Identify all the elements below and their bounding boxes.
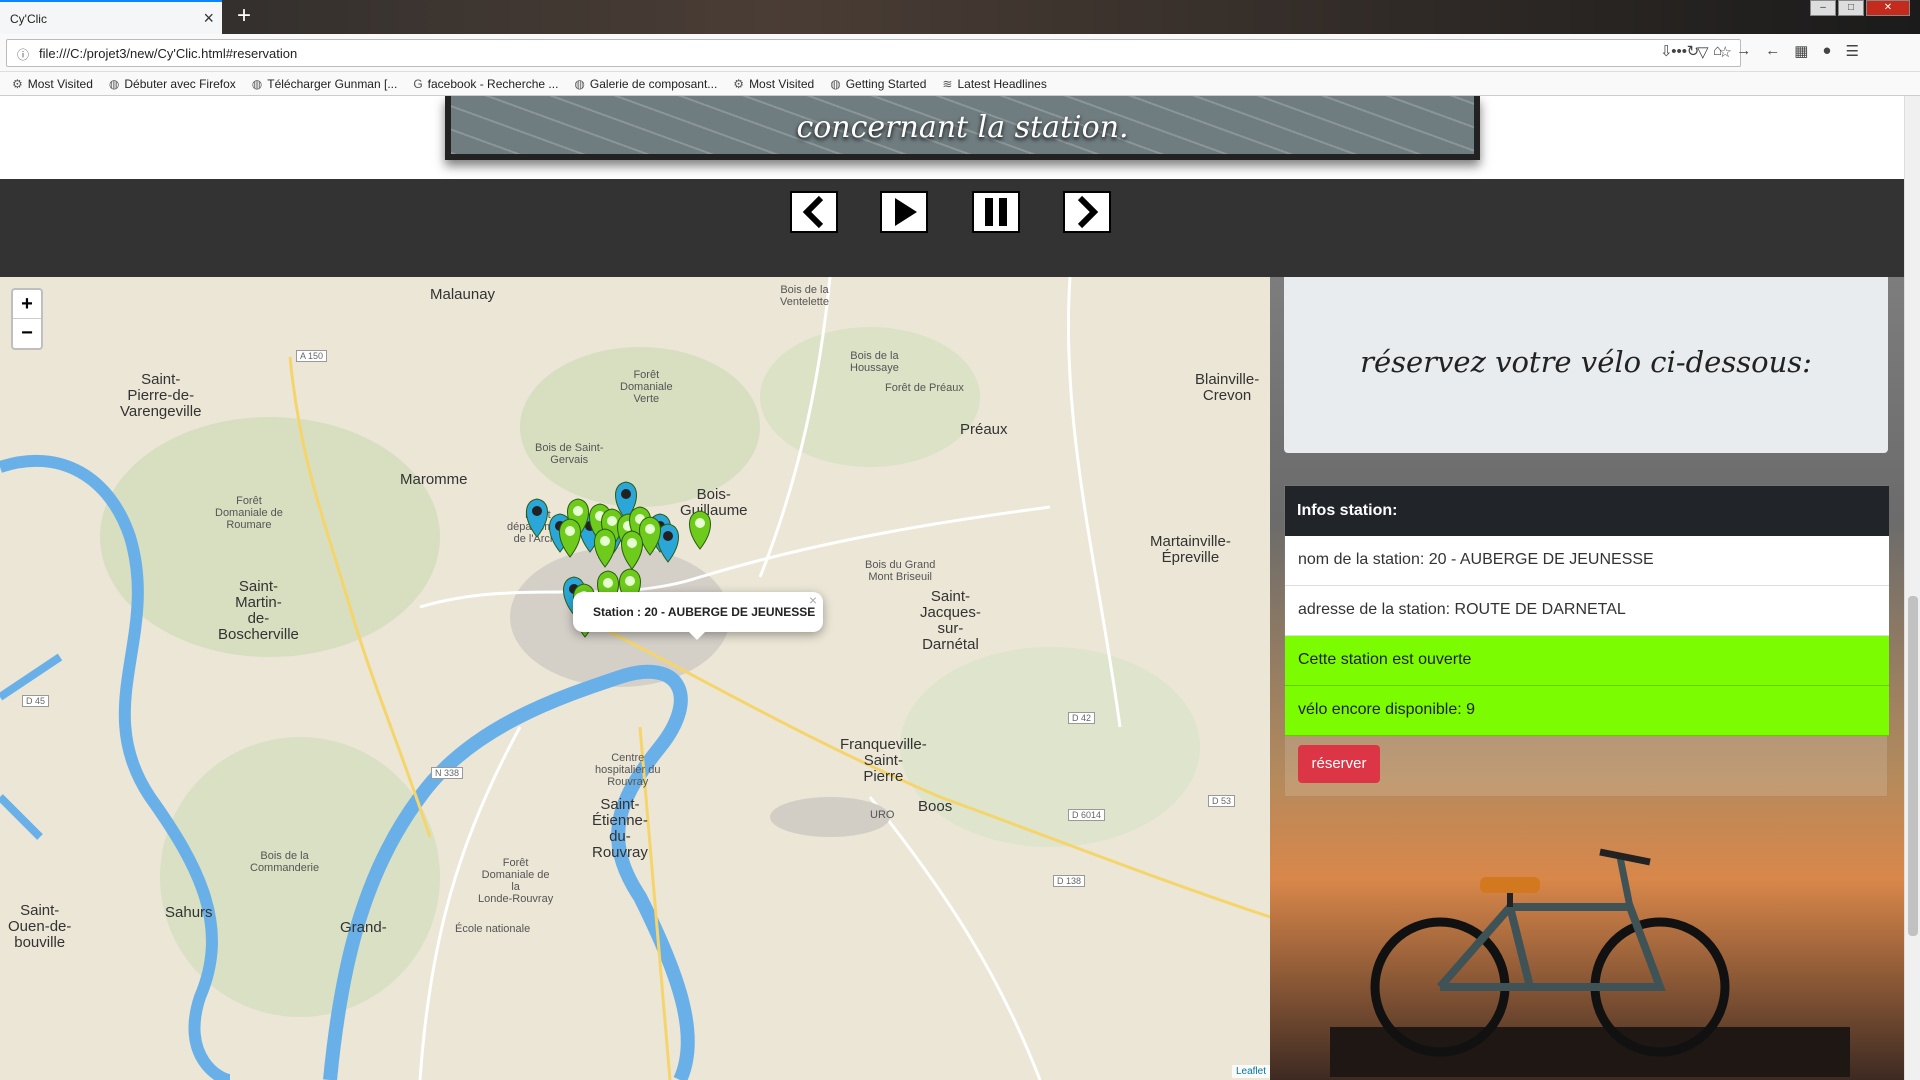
home-icon[interactable]: ⌂	[1713, 42, 1722, 60]
window-controls: – □ ✕	[1810, 0, 1910, 16]
bookmark-item[interactable]: ◍ Débuter avec Firefox	[109, 77, 236, 91]
back-icon[interactable]: ←	[1765, 42, 1780, 60]
station-popup: Station : 20 - AUBERGE DE JEUNESSE ×	[573, 592, 823, 640]
station-marker-blue[interactable]	[526, 498, 548, 538]
station-status: Cette station est ouverte	[1285, 636, 1889, 686]
bikes-available: vélo encore disponible: 9	[1285, 686, 1889, 736]
chevron-left-icon	[802, 195, 824, 229]
window-close-icon[interactable]: ✕	[1866, 0, 1910, 16]
reservation-heading: réservez votre vélo ci-dessous:	[1360, 345, 1812, 379]
slideshow-controls	[0, 179, 1904, 277]
reservation-heading-box: réservez votre vélo ci-dessous:	[1284, 277, 1888, 453]
pause-button[interactable]	[972, 191, 1020, 233]
station-marker-green[interactable]	[559, 518, 581, 558]
globe-icon: ◍	[574, 76, 585, 91]
globe-icon: ◍	[108, 76, 120, 91]
bookmark-label: Latest Headlines	[957, 76, 1047, 91]
bookmark-label: Débuter avec Firefox	[124, 76, 236, 91]
sync-icon[interactable]: ●	[1822, 42, 1831, 60]
reload-icon[interactable]: ↻	[1687, 42, 1700, 60]
browser-chrome: Cy'Clic × + – □ ✕ ⓘ file:///C:/projet3/n…	[0, 0, 1920, 96]
bicycle-image	[1330, 848, 1850, 1077]
station-address: adresse de la station: ROUTE DE DARNETAL	[1285, 586, 1889, 636]
tab-close-icon[interactable]: ×	[203, 8, 214, 29]
chevron-right-icon	[1077, 195, 1099, 229]
bookmark-item[interactable]: ⚙ Most Visited	[733, 77, 814, 91]
bookmark-label: Galerie de composant...	[589, 76, 718, 91]
menu-icon[interactable]: ☰	[1845, 42, 1858, 60]
bookmark-label: Télécharger Gunman [...	[267, 76, 398, 91]
title-bar: Cy'Clic × + – □ ✕	[0, 0, 1920, 34]
bookmark-item[interactable]: ◍ Getting Started	[830, 77, 926, 91]
bookmark-item[interactable]: ◍ Télécharger Gunman [...	[252, 77, 398, 91]
globe-icon: ◍	[251, 76, 263, 91]
station-map[interactable]: + − Malaunay Maromme Bois- Guillaume Préaux…	[0, 277, 1270, 1080]
station-marker-green[interactable]	[689, 510, 711, 550]
globe-icon: ◍	[830, 76, 841, 91]
station-marker-green[interactable]	[639, 516, 661, 556]
popup-text: Station : 20 - AUBERGE DE JEUNESSE	[593, 605, 816, 619]
bookmark-item[interactable]: ⚙ Most Visited	[12, 77, 93, 91]
forward-icon[interactable]: →	[1736, 42, 1751, 60]
station-marker-green[interactable]	[594, 528, 616, 568]
tab-title: Cy'Clic	[10, 12, 47, 26]
pause-icon	[985, 198, 1007, 226]
new-tab-icon[interactable]: +	[230, 2, 258, 32]
station-info-card: Infos station: nom de la station: 20 - A…	[1284, 485, 1889, 797]
station-marker-green[interactable]	[621, 530, 643, 570]
scrollbar-thumb[interactable]	[1908, 596, 1918, 936]
rss-icon: ≋	[942, 76, 953, 91]
info-icon[interactable]: ⓘ	[17, 46, 29, 63]
gear-icon: ⚙	[12, 76, 23, 91]
map-attribution[interactable]: Leaflet	[1231, 1065, 1270, 1078]
slideshow-frame: concernant la station.	[445, 96, 1480, 160]
bookmark-item[interactable]: Gfacebook - Recherche ...	[413, 77, 558, 91]
extension-icon[interactable]: ▦	[1794, 42, 1808, 60]
library-icon[interactable]: ⇩	[1660, 42, 1673, 60]
popup-tip	[687, 630, 707, 640]
maximize-icon[interactable]: □	[1838, 0, 1864, 16]
google-icon: G	[413, 76, 423, 91]
previous-button[interactable]	[790, 191, 838, 233]
station-name: nom de la station: 20 - AUBERGE DE JEUNE…	[1285, 536, 1889, 586]
slide-caption: concernant la station.	[796, 110, 1129, 145]
bookmark-label: facebook - Recherche ...	[427, 76, 559, 91]
play-button[interactable]	[880, 191, 928, 233]
reserve-button[interactable]: réserver	[1298, 745, 1380, 783]
next-button[interactable]	[1063, 191, 1111, 233]
url-bar[interactable]: ⓘ file:///C:/projet3/new/Cy'Clic.html#re…	[6, 39, 1741, 67]
bookmark-item[interactable]: ≋ Latest Headlines	[942, 77, 1046, 91]
bookmarks-bar: ⚙ Most Visited ◍ Débuter avec Firefox ◍ Téléc…	[0, 72, 1920, 96]
minimize-icon[interactable]: –	[1810, 0, 1836, 16]
station-markers	[526, 481, 711, 638]
nav-bar: ⓘ file:///C:/projet3/new/Cy'Clic.html#re…	[0, 34, 1920, 72]
browser-tab[interactable]: Cy'Clic ×	[0, 0, 222, 34]
card-title: Infos station:	[1285, 486, 1889, 536]
toolbar-icons: ⇩ ↻ ⌂ → ← ▦ ● ☰	[1660, 42, 1859, 60]
bookmark-label: Most Visited	[27, 76, 93, 91]
page-scrollbar[interactable]	[1904, 96, 1920, 1080]
gear-icon: ⚙	[733, 76, 745, 91]
bookmark-label: Getting Started	[845, 76, 927, 91]
popup-close-icon[interactable]: ×	[809, 592, 817, 608]
bookmark-item[interactable]: ◍ Galerie de composant...	[574, 77, 717, 91]
page-content: concernant la station. + − Malaunay Maro…	[0, 96, 1904, 1080]
bookmark-label: Most Visited	[749, 76, 815, 91]
url-text[interactable]: file:///C:/projet3/new/Cy'Clic.html#rese…	[39, 46, 297, 61]
reservation-panel: réservez votre vélo ci-dessous: Infos st…	[1270, 277, 1904, 1080]
play-icon	[895, 198, 917, 226]
